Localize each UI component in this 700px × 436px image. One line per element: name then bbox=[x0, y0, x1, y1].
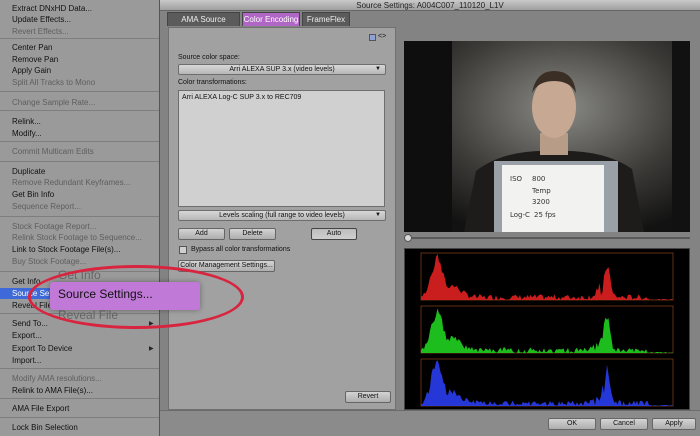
rgb-parade-scope bbox=[404, 248, 690, 410]
menu-item: Sequence Report... bbox=[12, 202, 81, 211]
submenu-arrow-icon: ▶ bbox=[149, 346, 154, 352]
scope-band-green bbox=[421, 308, 673, 353]
menu-item[interactable]: Get Bin Info bbox=[12, 189, 54, 200]
card-logc: Log-C bbox=[510, 211, 530, 219]
menu-item: Buy Stock Footage... bbox=[12, 257, 87, 266]
menu-item[interactable]: Remove Pan bbox=[12, 54, 58, 65]
preview-area: ISO 800 Temp 3200 Log-C 25 fps bbox=[404, 27, 694, 410]
slider-thumb[interactable] bbox=[404, 234, 412, 242]
menu-item[interactable]: Relink... bbox=[12, 116, 41, 127]
tab-color-encoding[interactable]: Color Encoding bbox=[242, 12, 300, 26]
menu-item[interactable]: Duplicate bbox=[12, 166, 45, 177]
menu-item[interactable]: Update Effects... bbox=[12, 14, 71, 25]
link-icon: <> bbox=[378, 33, 387, 40]
menu-item[interactable]: Send To... bbox=[12, 318, 48, 329]
chevron-down-icon: ▼ bbox=[375, 212, 381, 218]
video-frame-image: ISO 800 Temp 3200 Log-C 25 fps bbox=[404, 41, 690, 232]
card-temp: Temp bbox=[531, 187, 551, 195]
menu-item[interactable]: Center Pan bbox=[12, 42, 52, 53]
menu-item[interactable]: Extract DNxHD Data... bbox=[12, 3, 92, 14]
position-slider[interactable] bbox=[404, 234, 690, 242]
color-encoding-panel: <> Source color space: Arri ALEXA SUP 3.… bbox=[168, 27, 396, 410]
context-menu: Extract DNxHD Data... Update Effects... Re… bbox=[0, 0, 160, 436]
scope-band-blue bbox=[421, 360, 673, 406]
source-color-space-value: Arri ALEXA SUP 3.x (video levels) bbox=[229, 66, 335, 73]
color-transformations-label: Color transformations: bbox=[178, 79, 247, 86]
slider-track bbox=[404, 237, 690, 239]
menu-item: Split All Tracks to Mono bbox=[12, 78, 96, 87]
add-button[interactable]: Add bbox=[178, 228, 225, 240]
tab-frameflex[interactable]: FrameFlex bbox=[302, 12, 350, 26]
menu-item[interactable]: AMA File Export bbox=[12, 403, 69, 414]
menu-separator bbox=[0, 141, 159, 142]
delete-button[interactable]: Delete bbox=[229, 228, 276, 240]
bypass-checkbox[interactable] bbox=[179, 246, 187, 254]
menu-item: Change Sample Rate... bbox=[12, 98, 96, 107]
chevron-down-icon: ▼ bbox=[375, 66, 381, 72]
link-checkbox[interactable] bbox=[369, 34, 376, 41]
menu-item[interactable]: Relink to AMA File(s)... bbox=[12, 385, 93, 396]
revert-button[interactable]: Revert bbox=[345, 391, 391, 403]
source-settings-dialog: Source Settings: A004C007_110120_L1V AMA… bbox=[160, 0, 700, 436]
menu-item: Stock Footage Report... bbox=[12, 222, 97, 231]
menu-separator bbox=[0, 216, 159, 217]
menu-separator bbox=[0, 368, 159, 369]
menu-item: Commit Multicam Edits bbox=[12, 147, 94, 156]
menu-item: Modify AMA resolutions... bbox=[12, 374, 102, 383]
menu-item: Remove Redundant Keyframes... bbox=[12, 178, 131, 187]
transformations-list[interactable]: Arri ALEXA Log-C SUP 3.x to REC709 bbox=[178, 90, 385, 207]
card-iso-val: 800 bbox=[532, 175, 545, 183]
apply-button[interactable]: Apply bbox=[652, 418, 696, 430]
menu-item[interactable]: Export To Device bbox=[12, 343, 72, 354]
menu-item[interactable]: Import... bbox=[12, 355, 41, 366]
card-temp-val: 3200 bbox=[532, 198, 550, 206]
auto-button[interactable]: Auto bbox=[311, 228, 357, 240]
menu-separator bbox=[0, 38, 159, 39]
menu-item[interactable]: Apply Gain bbox=[12, 65, 51, 76]
dialog-title: Source Settings: A004C007_110120_L1V bbox=[160, 0, 700, 11]
menu-item: Relink Stock Footage to Sequence... bbox=[12, 233, 142, 242]
video-preview: ISO 800 Temp 3200 Log-C 25 fps bbox=[404, 41, 690, 232]
slate-card: ISO 800 Temp 3200 Log-C 25 fps bbox=[494, 161, 618, 232]
menu-item: Revert Effects... bbox=[12, 27, 69, 36]
menu-item[interactable]: Modify... bbox=[12, 128, 42, 139]
levels-scaling-value: Levels scaling (full range to video leve… bbox=[219, 212, 345, 219]
menu-separator bbox=[0, 91, 159, 92]
dialog-footer: OK Cancel Apply bbox=[160, 410, 700, 436]
menu-item[interactable]: Lock Bin Selection bbox=[12, 422, 78, 433]
menu-item[interactable]: Link to Stock Footage File(s)... bbox=[12, 244, 121, 255]
card-fps: 25 fps bbox=[534, 211, 556, 219]
bypass-label: Bypass all color transformations bbox=[191, 246, 291, 253]
source-color-space-label: Source color space: bbox=[178, 54, 240, 61]
menu-separator bbox=[0, 417, 159, 418]
levels-scaling-dropdown[interactable]: Levels scaling (full range to video leve… bbox=[178, 210, 386, 221]
callout-ring bbox=[28, 265, 244, 329]
list-item[interactable]: Arri ALEXA Log-C SUP 3.x to REC709 bbox=[182, 94, 301, 101]
scope-graph bbox=[420, 252, 674, 407]
tab-ama-source-settings[interactable]: AMA Source Settings bbox=[167, 12, 240, 38]
scope-band-red bbox=[421, 253, 673, 300]
source-color-space-dropdown[interactable]: Arri ALEXA SUP 3.x (video levels) ▼ bbox=[178, 64, 386, 75]
menu-item[interactable]: Export... bbox=[12, 330, 42, 341]
menu-separator bbox=[0, 161, 159, 162]
ok-button[interactable]: OK bbox=[548, 418, 596, 430]
menu-separator bbox=[0, 398, 159, 399]
menu-separator bbox=[0, 110, 159, 111]
cancel-button[interactable]: Cancel bbox=[600, 418, 648, 430]
card-iso: ISO bbox=[510, 175, 523, 183]
